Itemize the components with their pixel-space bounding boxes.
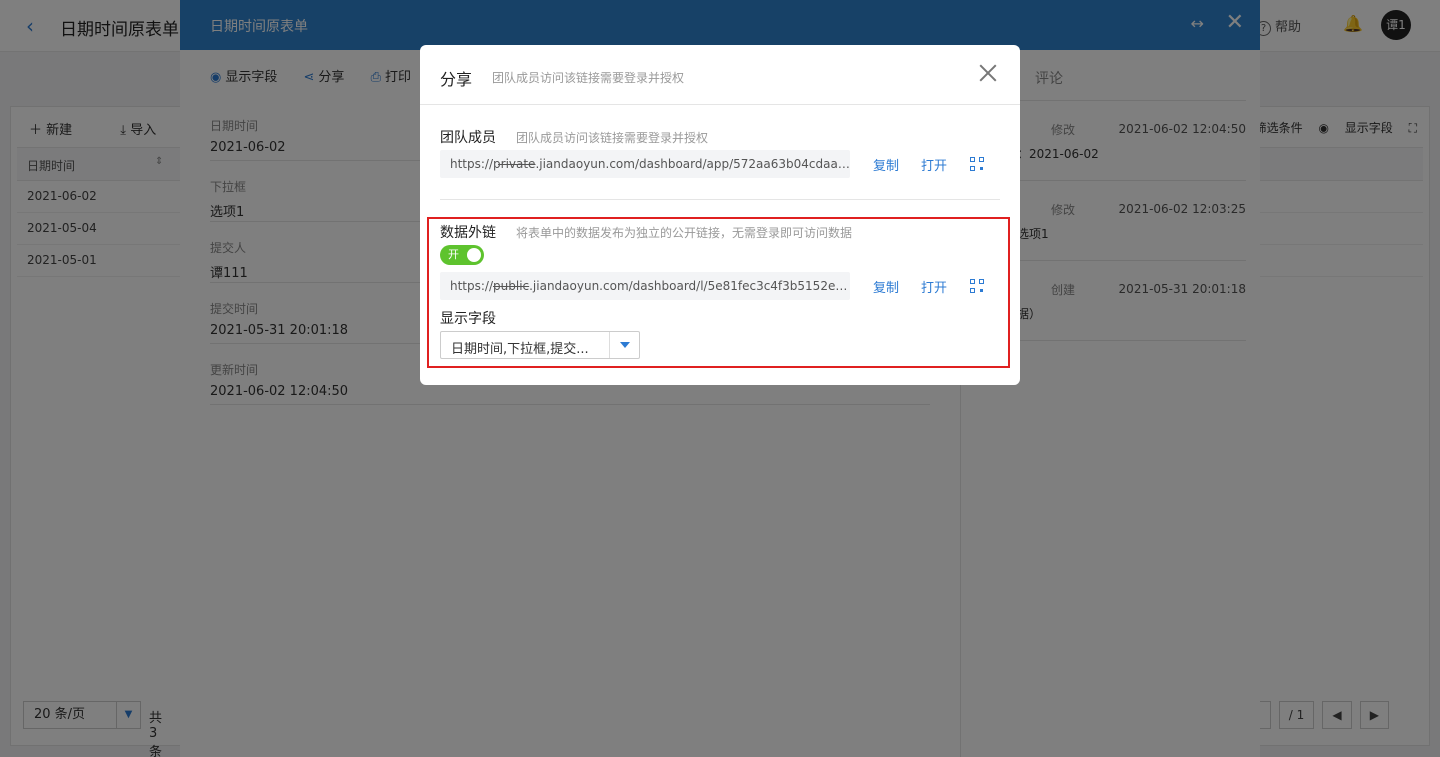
team-url-field[interactable]: https://pr̶i̶v̶a̶t̶e̶.jiandaoyun.com/das… [440,150,850,178]
qrcode-icon[interactable] [970,157,984,171]
team-section-label: 团队成员 [440,130,496,146]
dialog-title: 分享 [440,70,473,89]
team-copy-button[interactable]: 复制 [873,155,899,174]
team-open-button[interactable]: 打开 [921,155,947,174]
divider [440,199,1000,200]
share-dialog-header: 分享 团队成员访问该链接需要登录并授权 [420,45,1020,105]
highlight-annotation [427,217,1010,368]
dialog-subtitle: 团队成员访问该链接需要登录并授权 [492,71,685,85]
close-icon[interactable] [978,63,998,83]
team-section-desc: 团队成员访问该链接需要登录并授权 [516,131,709,145]
